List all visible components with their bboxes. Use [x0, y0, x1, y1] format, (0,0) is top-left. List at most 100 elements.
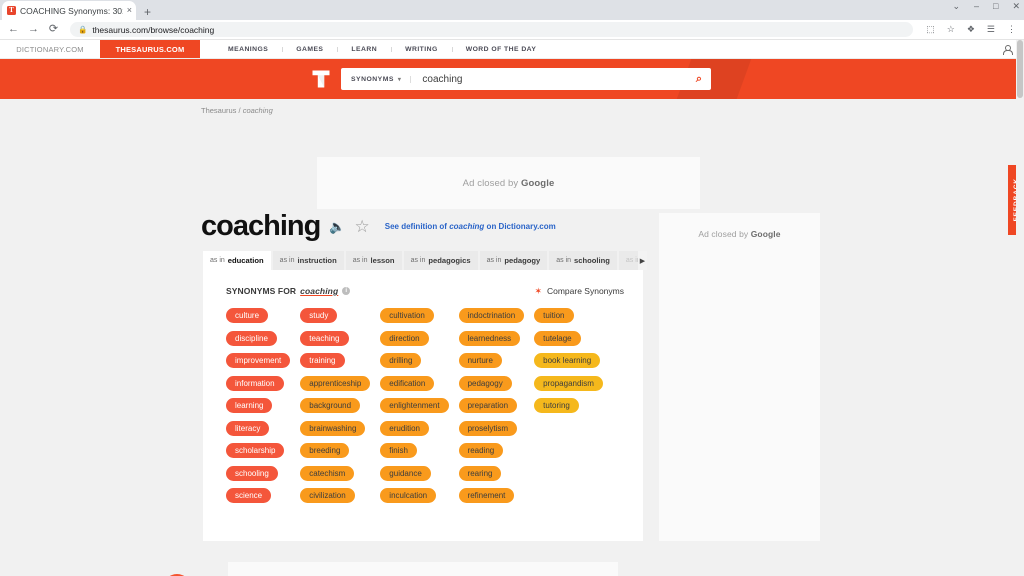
synonym-chip[interactable]: pedagogy	[458, 375, 512, 391]
synonym-chip[interactable]: book learning	[534, 353, 601, 368]
reading-list-icon[interactable]: ☰	[987, 24, 995, 35]
synonym-chip[interactable]: finish	[380, 443, 417, 458]
synonym-chip[interactable]: teaching	[300, 330, 349, 346]
sense-tab-instruction[interactable]: as in instruction	[272, 251, 344, 270]
maximize-icon[interactable]: □	[993, 2, 998, 11]
synonym-chip[interactable]: inculcation	[380, 488, 437, 503]
synonym-chip[interactable]: background	[300, 398, 361, 413]
search-box[interactable]: SYNONYMS ▾ ⌕	[341, 68, 711, 90]
synonym-chip[interactable]: breeding	[300, 443, 350, 458]
breadcrumb-root[interactable]: Thesaurus	[201, 106, 236, 115]
chevron-down-icon: ▾	[397, 76, 402, 83]
synonym-chip[interactable]: training	[300, 353, 345, 368]
synonym-chip[interactable]: nurture	[458, 353, 502, 368]
site-nav-links: MEANINGS GAMES LEARN WRITING WORD OF THE…	[200, 40, 990, 58]
site-masthead: SYNONYMS ▾ ⌕	[0, 59, 1024, 99]
sense-tab-pedagogics[interactable]: as in pedagogics	[403, 251, 478, 270]
synonym-chip[interactable]: drilling	[380, 353, 422, 368]
address-bar[interactable]: 🔒 thesaurus.com/browse/coaching	[70, 22, 914, 37]
scrollbar-thumb[interactable]	[1017, 40, 1023, 98]
nav-brand-dictionary[interactable]: DICTIONARY.COM	[0, 40, 100, 58]
synonym-chip[interactable]: brainwashing	[300, 420, 366, 436]
synonym-chip[interactable]: improvement	[226, 353, 291, 368]
synonym-chip[interactable]: information	[226, 375, 284, 391]
synonym-chip[interactable]: learning	[226, 398, 273, 413]
synonym-chip[interactable]: reading	[458, 443, 504, 458]
synonym-chip[interactable]: edification	[380, 375, 435, 391]
info-icon[interactable]: i	[342, 287, 351, 295]
search-input[interactable]	[411, 73, 696, 85]
compare-synonyms-button[interactable]: ✶ Compare Synonyms	[534, 286, 624, 296]
browser-tab[interactable]: T COACHING Synonyms: 301 Syno ×	[2, 1, 136, 20]
search-type-label: SYNONYMS	[351, 75, 394, 83]
chip-column: study teaching training apprenticeship b…	[300, 308, 371, 503]
favicon-letter: T	[9, 6, 14, 14]
synonym-chip[interactable]: schooling	[226, 465, 278, 481]
synonym-chip[interactable]: tutoring	[534, 398, 579, 413]
search-icon[interactable]: ⌕	[696, 73, 705, 86]
synonym-chip[interactable]: apprenticeship	[300, 375, 371, 391]
synonym-chip[interactable]: refinement	[458, 488, 515, 503]
synonym-chip[interactable]: tutelage	[534, 330, 581, 346]
sense-tab-schooling[interactable]: as in schooling	[549, 251, 617, 270]
synonym-chip[interactable]: tuition	[534, 308, 574, 323]
ad-label-brand: Google	[521, 177, 555, 189]
nav-link-writing[interactable]: WRITING	[391, 46, 452, 53]
synonym-chip[interactable]: cultivation	[380, 308, 434, 323]
browser-window: T COACHING Synonyms: 301 Syno × + ⌄ – □ …	[0, 0, 1024, 576]
sense-tab-education[interactable]: as in education	[203, 251, 271, 270]
synonym-chip[interactable]: enlightenment	[380, 398, 449, 413]
see-definition-link[interactable]: See definition of coaching on Dictionary…	[385, 222, 556, 231]
synonym-chip[interactable]: propagandism	[534, 375, 603, 391]
synonym-chip[interactable]: civilization	[300, 488, 355, 503]
synonym-chip[interactable]: science	[226, 488, 272, 503]
sense-prefix: as in	[486, 257, 502, 264]
chrome-menu-icon[interactable]: ⋮	[1007, 24, 1016, 35]
synonym-chip[interactable]: scholarship	[226, 443, 285, 458]
synonym-chip[interactable]: guidance	[380, 465, 431, 481]
synonym-chip[interactable]: learnedness	[458, 330, 521, 346]
nav-link-learn[interactable]: LEARN	[337, 46, 391, 53]
synonym-chip[interactable]: discipline	[226, 330, 277, 346]
sense-label: lesson	[370, 256, 395, 265]
reload-icon[interactable]: ⟳	[48, 24, 59, 35]
synonym-chip[interactable]: proselytism	[458, 420, 518, 436]
lock-icon: 🔒	[78, 25, 88, 34]
synonym-chip[interactable]: study	[300, 308, 338, 323]
sense-tab-lesson[interactable]: as in lesson	[345, 251, 402, 270]
chevron-down-icon[interactable]: ⌄	[952, 2, 960, 11]
search-type-dropdown[interactable]: SYNONYMS ▾	[351, 75, 412, 83]
synonym-chip[interactable]: rearing	[458, 465, 502, 481]
synonym-chip[interactable]: literacy	[226, 420, 270, 436]
install-app-icon[interactable]: ⬚	[926, 24, 935, 35]
extensions-puzzle-icon[interactable]: ❖	[967, 24, 975, 35]
synonyms-heading: SYNONYMS FOR coaching i	[226, 286, 351, 296]
breadcrumb-current: coaching	[242, 106, 273, 115]
synonym-chip[interactable]: preparation	[458, 398, 518, 413]
nav-brand-thesaurus[interactable]: THESAURUS.COM	[100, 40, 200, 58]
sense-tab-pedagogy[interactable]: as in pedagogy	[479, 251, 548, 270]
nav-link-games[interactable]: GAMES	[282, 46, 337, 53]
new-tab-button[interactable]: +	[144, 6, 151, 20]
nav-link-meanings[interactable]: MEANINGS	[214, 46, 282, 53]
minimize-icon[interactable]: –	[974, 2, 979, 11]
sense-tabs-scroll-right-icon[interactable]: ▶	[638, 251, 647, 270]
page-scrollbar[interactable]	[1016, 40, 1024, 576]
synonym-chip[interactable]: catechism	[300, 465, 355, 481]
synonym-chip[interactable]: indoctrination	[458, 308, 525, 323]
ad-slot-top: Ad closed by Google	[317, 157, 700, 209]
speaker-icon[interactable]: 🔈	[329, 220, 345, 233]
nav-link-word-of-the-day[interactable]: WORD OF THE DAY	[451, 46, 551, 53]
back-icon[interactable]: ←	[8, 24, 19, 35]
sense-prefix: as in	[210, 257, 225, 264]
definition-link-suffix: on Dictionary.com	[484, 222, 556, 231]
favorite-star-icon[interactable]: ☆	[355, 218, 370, 235]
bookmark-star-icon[interactable]: ☆	[947, 24, 955, 35]
synonym-chip[interactable]: culture	[226, 308, 269, 323]
forward-icon[interactable]: →	[28, 24, 39, 35]
thesaurus-logo-icon[interactable]	[311, 69, 331, 89]
synonym-chip[interactable]: erudition	[380, 420, 429, 436]
tab-close-icon[interactable]: ×	[127, 6, 132, 15]
synonym-chip[interactable]: direction	[380, 330, 429, 346]
close-icon[interactable]: ✕	[1012, 2, 1020, 11]
